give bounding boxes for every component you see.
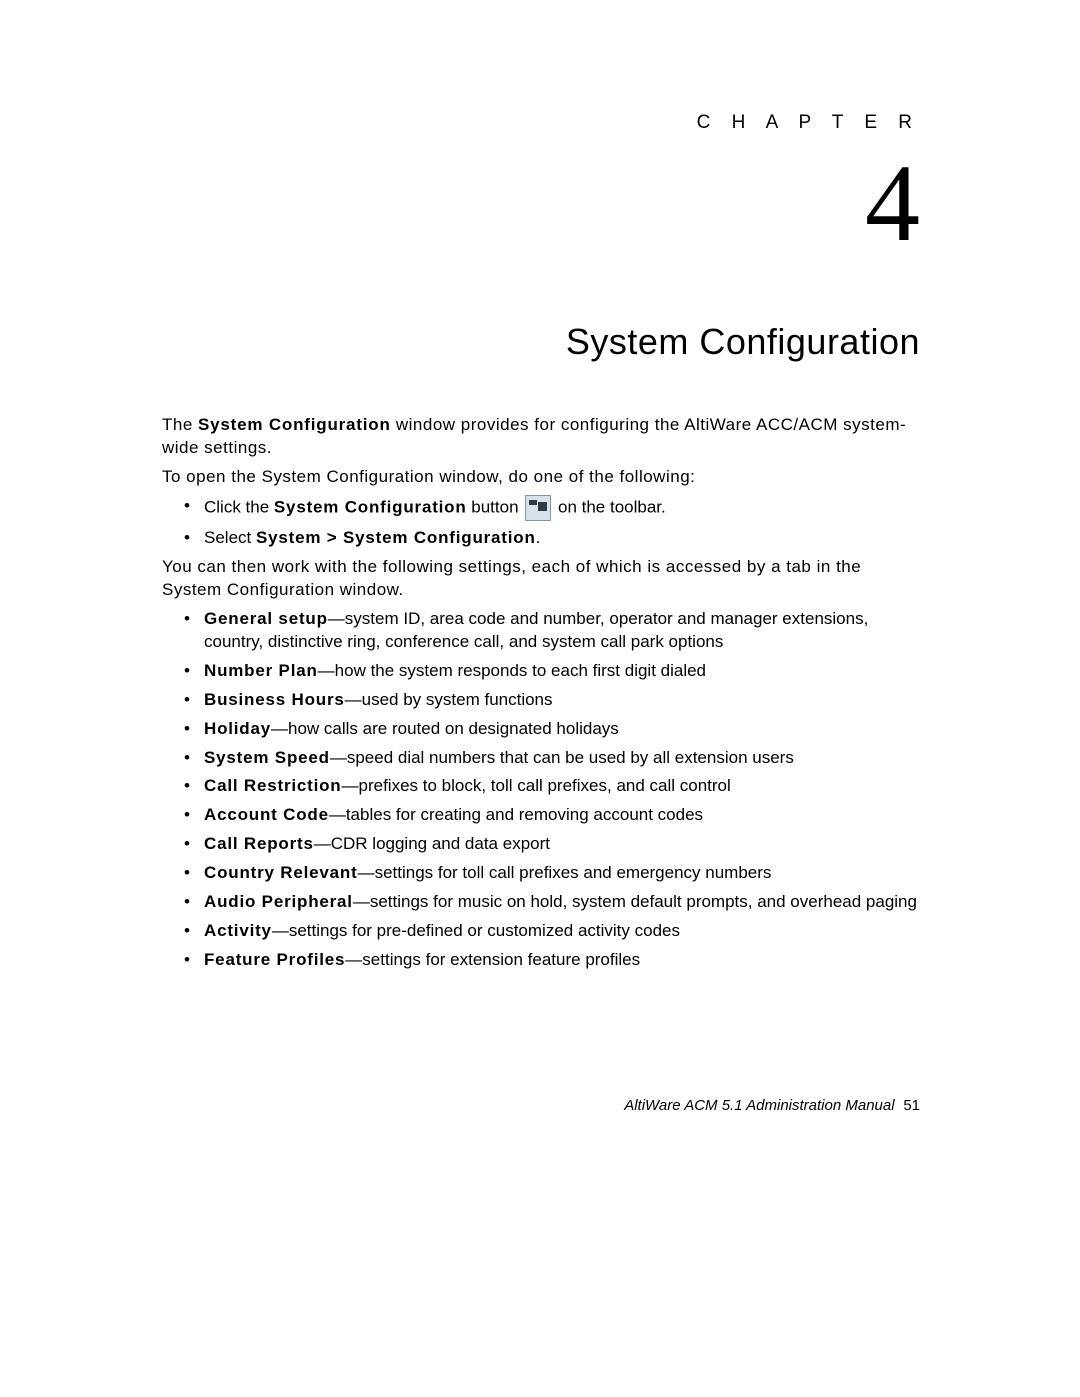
- chapter-title: System Configuration: [162, 318, 920, 367]
- setting-name: Country Relevant: [204, 863, 358, 882]
- open-line: To open the System Configuration window,…: [162, 466, 920, 489]
- setting-name: General setup: [204, 609, 328, 628]
- intro-bold: System Configuration: [198, 415, 391, 434]
- setting-desc: —settings for extension feature profiles: [345, 950, 640, 969]
- settings-item: Call Reports—CDR logging and data export: [162, 833, 920, 856]
- intro-paragraph: The System Configuration window provides…: [162, 414, 920, 460]
- select-prefix: Select: [204, 528, 256, 547]
- setting-name: Audio Peripheral: [204, 892, 353, 911]
- settings-item: Account Code—tables for creating and rem…: [162, 804, 920, 827]
- setting-name: Activity: [204, 921, 272, 940]
- open-method-click: Click the System Configuration button on…: [162, 495, 920, 521]
- page-footer: AltiWare ACM 5.1 Administration Manual 5…: [162, 1094, 920, 1117]
- setting-desc: —CDR logging and data export: [314, 834, 550, 853]
- setting-desc: —speed dial numbers that can be used by …: [330, 748, 794, 767]
- open-method-select: Select System > System Configuration.: [162, 527, 920, 550]
- setting-desc: —how calls are routed on designated holi…: [271, 719, 619, 738]
- setting-desc: —how the system responds to each first d…: [318, 661, 706, 680]
- settings-item: Number Plan—how the system responds to e…: [162, 660, 920, 683]
- setting-name: Account Code: [204, 805, 329, 824]
- setting-name: Call Restriction: [204, 776, 342, 795]
- select-suffix: .: [536, 528, 541, 547]
- setting-name: Feature Profiles: [204, 950, 345, 969]
- intro-prefix: The: [162, 415, 198, 434]
- open-method-list: Click the System Configuration button on…: [162, 495, 920, 550]
- setting-desc: —prefixes to block, toll call prefixes, …: [342, 776, 731, 795]
- setting-desc: —used by system functions: [345, 690, 553, 709]
- select-bold: System > System Configuration: [256, 528, 536, 547]
- setting-desc: —settings for pre-defined or customized …: [272, 921, 680, 940]
- settings-item: Business Hours—used by system functions: [162, 689, 920, 712]
- settings-item: General setup—system ID, area code and n…: [162, 608, 920, 654]
- settings-item: Country Relevant—settings for toll call …: [162, 862, 920, 885]
- setting-desc: —tables for creating and removing accoun…: [329, 805, 703, 824]
- settings-item: Activity—settings for pre-defined or cus…: [162, 920, 920, 943]
- chapter-number: 4: [162, 148, 920, 258]
- click-suffix: on the toolbar.: [553, 498, 665, 517]
- setting-desc: —settings for toll call prefixes and eme…: [358, 863, 772, 882]
- setting-name: Business Hours: [204, 690, 345, 709]
- document-page: C H A P T E R 4 System Configuration The…: [0, 0, 1080, 1397]
- click-mid: button: [467, 498, 524, 517]
- chapter-label: C H A P T E R: [162, 110, 920, 136]
- work-line: You can then work with the following set…: [162, 556, 920, 602]
- footer-page-number: 51: [903, 1097, 920, 1114]
- settings-item: Feature Profiles—settings for extension …: [162, 949, 920, 972]
- setting-name: System Speed: [204, 748, 330, 767]
- click-bold: System Configuration: [274, 498, 467, 517]
- setting-name: Number Plan: [204, 661, 318, 680]
- click-prefix: Click the: [204, 498, 274, 517]
- settings-item: Holiday—how calls are routed on designat…: [162, 718, 920, 741]
- settings-item: Call Restriction—prefixes to block, toll…: [162, 775, 920, 798]
- settings-list: General setup—system ID, area code and n…: [162, 608, 920, 972]
- setting-desc: —settings for music on hold, system defa…: [353, 892, 917, 911]
- setting-name: Call Reports: [204, 834, 314, 853]
- setting-name: Holiday: [204, 719, 271, 738]
- settings-item: System Speed—speed dial numbers that can…: [162, 747, 920, 770]
- settings-item: Audio Peripheral—settings for music on h…: [162, 891, 920, 914]
- footer-title: AltiWare ACM 5.1 Administration Manual: [624, 1097, 894, 1114]
- system-config-icon: [525, 495, 551, 521]
